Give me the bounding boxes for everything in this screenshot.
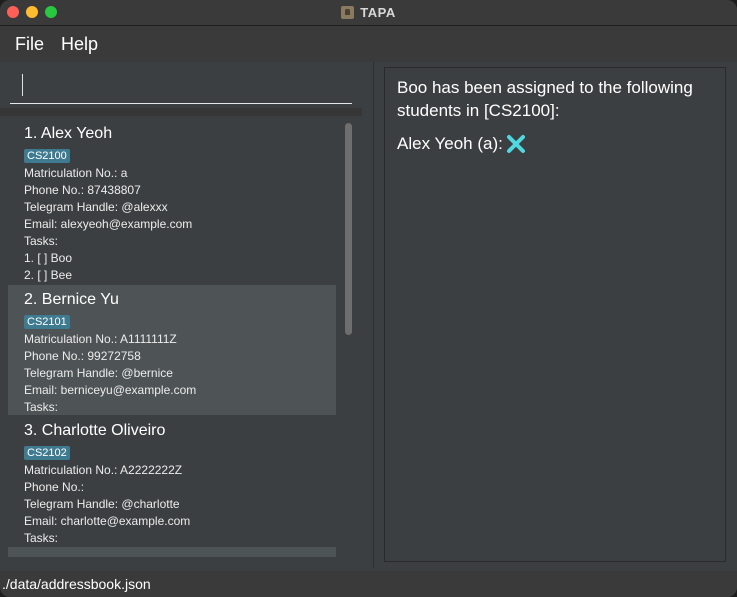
module-tag: CS2101 [24,315,70,329]
email-field: Email: berniceyu@example.com [24,383,197,397]
student-name: 2. Bernice Yu [24,291,119,308]
matric-field: Matriculation No.: A1111111Z [24,332,177,346]
text-caret [22,74,23,96]
result-message: Boo has been assigned to the following s… [397,78,693,120]
menu-help[interactable]: Help [54,34,106,55]
student-card[interactable]: 3. Charlotte Oliveiro CS2102 Matriculati… [8,416,336,546]
cross-icon [506,134,525,153]
tasks-label: Tasks: [24,531,59,545]
student-name: 3. Charlotte Oliveiro [24,422,166,439]
phone-field: Phone No.: 87438807 [24,183,141,197]
task-item: 2. [ ] Bee [24,268,73,282]
student-card[interactable] [8,547,336,557]
list-scrollbar[interactable] [345,123,352,553]
status-path: ./data/addressbook.json [2,576,151,592]
result-display: Boo has been assigned to the following s… [384,67,726,562]
module-tag: CS2100 [24,149,70,163]
result-student: Alex Yeoh (a): [397,134,503,153]
app-window: TAPA File Help 1. Alex Yeoh CS2100 Matri… [0,0,737,597]
student-name: 1. Alex Yeoh [24,125,113,142]
email-field: Email: charlotte@example.com [24,514,191,528]
scrollbar-thumb[interactable] [345,123,352,335]
matric-field: Matriculation No.: a [24,166,128,180]
telegram-field: Telegram Handle: @bernice [24,366,173,380]
command-input[interactable] [10,70,352,104]
tasks-label: Tasks: [24,234,59,248]
left-pane: 1. Alex Yeoh CS2100 Matriculation No.: a… [0,62,362,568]
tasks-label: Tasks: [24,400,59,414]
telegram-field: Telegram Handle: @alexxx [24,200,168,214]
divider [0,108,362,116]
title-wrap: TAPA [0,0,737,25]
phone-field: Phone No.: 99272758 [24,349,141,363]
result-line: Alex Yeoh (a): [397,132,717,155]
window-title: TAPA [360,5,396,20]
phone-field: Phone No.: [24,480,85,494]
matric-field: Matriculation No.: A2222222Z [24,463,183,477]
menu-file[interactable]: File [8,34,52,55]
module-tag: CS2102 [24,446,70,460]
task-item: 1. [ ] Boo [24,251,73,265]
person-icon [341,6,355,19]
student-card[interactable]: 2. Bernice Yu CS2101 Matriculation No.: … [8,285,336,415]
title-bar: TAPA [0,0,737,26]
telegram-field: Telegram Handle: @charlotte [24,497,180,511]
student-list[interactable]: 1. Alex Yeoh CS2100 Matriculation No.: a… [8,119,352,557]
result-text: Boo has been assigned to the following s… [397,76,717,155]
email-field: Email: alexyeoh@example.com [24,217,193,231]
menu-bar: File Help [0,26,737,62]
student-card[interactable]: 1. Alex Yeoh CS2100 Matriculation No.: a… [8,119,336,284]
status-bar: ./data/addressbook.json [0,571,737,597]
right-pane: Boo has been assigned to the following s… [373,62,735,568]
